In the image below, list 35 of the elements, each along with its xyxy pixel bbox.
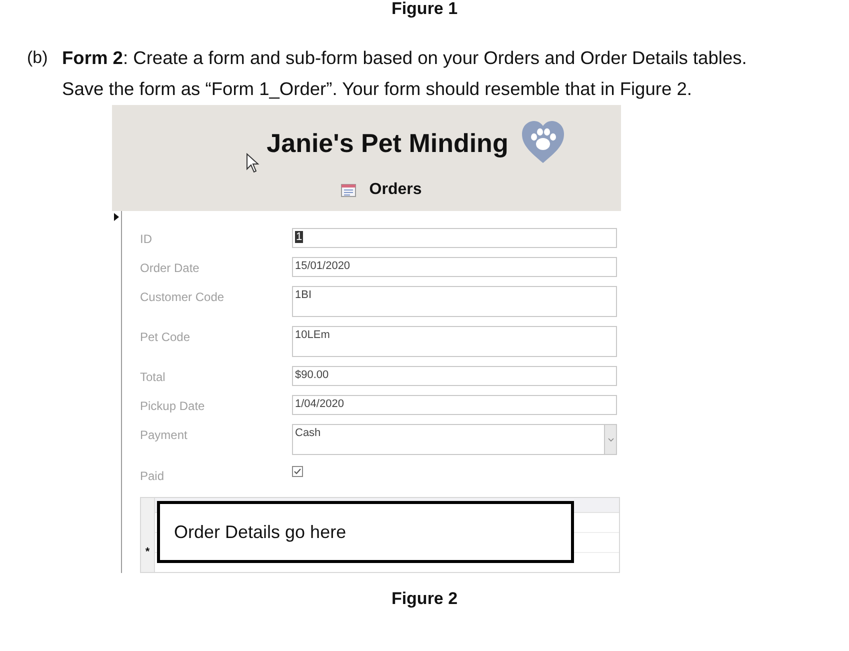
- field-value: 1/04/2020: [295, 398, 344, 410]
- form-icon: [341, 184, 356, 196]
- field-value: 10LEm: [295, 329, 330, 341]
- field-label: Pickup Date: [140, 398, 206, 415]
- mouse-pointer-icon: [246, 153, 260, 173]
- new-record-marker: *: [145, 547, 150, 558]
- text-field[interactable]: 1/04/2020: [292, 395, 617, 415]
- field-value: $90.00: [295, 369, 329, 381]
- field-label: Paid: [140, 468, 166, 485]
- dropdown-field[interactable]: Cash: [292, 424, 617, 455]
- field-label: Pet Code: [140, 329, 192, 346]
- field-label: Customer Code: [140, 289, 226, 306]
- text-field[interactable]: 15/01/2020: [292, 257, 617, 277]
- field-value: 1: [295, 231, 304, 243]
- field-value: 15/01/2020: [295, 260, 350, 272]
- text-field[interactable]: $90.00: [292, 366, 617, 386]
- callout-text: Order Details go here: [174, 520, 346, 544]
- text-field[interactable]: 1: [292, 228, 617, 248]
- form-title: Janie's Pet Minding: [266, 126, 508, 160]
- field-label: ID: [140, 231, 153, 248]
- figure-caption: Figure 1: [391, 0, 458, 18]
- heart-paw-icon: [520, 120, 566, 166]
- question-text: Form 2: Create a form and sub-form based on your Orders and Order Details tables. Save the form as “Form 1_Order”. Your form should resemble that in Figure 2.: [62, 46, 748, 101]
- field-label: Order Date: [140, 260, 200, 277]
- field-value: 1BI: [295, 289, 312, 301]
- text-field[interactable]: 1BI: [292, 286, 617, 317]
- record-selector-icon: [114, 213, 119, 221]
- field-value: Cash: [295, 427, 321, 439]
- figure-caption: Figure 2: [391, 588, 458, 610]
- form-subtitle: Orders: [369, 180, 422, 200]
- text-field[interactable]: 10LEm: [292, 326, 617, 357]
- field-label: Total: [140, 369, 166, 386]
- checkbox[interactable]: [292, 466, 303, 477]
- question-marker: (b): [27, 47, 49, 69]
- field-label: Payment: [140, 427, 188, 444]
